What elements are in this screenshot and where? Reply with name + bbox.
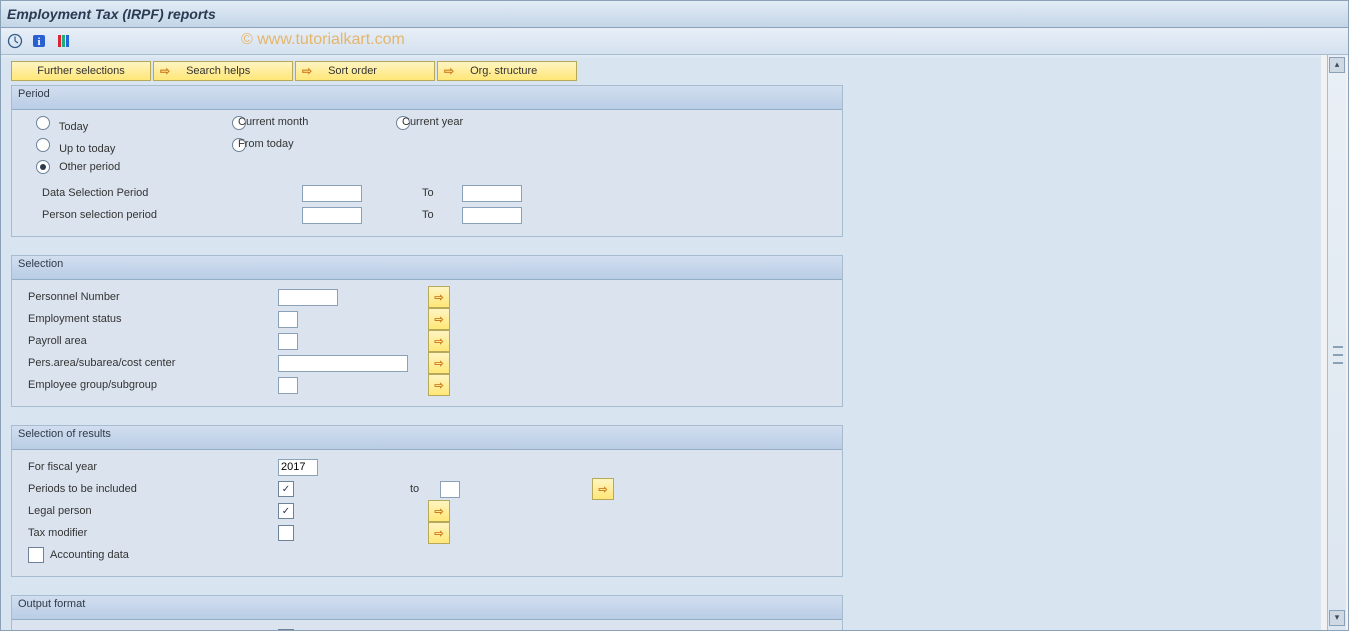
svg-text:i: i	[37, 36, 40, 48]
arrow-right-icon: ⇨	[434, 335, 443, 348]
multiple-selection-button[interactable]: ⇨	[428, 330, 450, 352]
arrow-right-icon: ⇨	[598, 483, 607, 496]
label-fiscal-year: For fiscal year	[22, 461, 278, 473]
app-window: Employment Tax (IRPF) reports © www.tuto…	[0, 0, 1349, 631]
label-payroll-area: Payroll area	[22, 335, 278, 347]
multiple-selection-button[interactable]: ⇨	[428, 352, 450, 374]
multiple-selection-button[interactable]: ⇨	[428, 374, 450, 396]
label-accounting-data: Accounting data	[50, 549, 129, 561]
arrow-right-icon: ⇨	[160, 64, 170, 78]
data-selection-from-input[interactable]	[302, 185, 362, 202]
personnel-number-input[interactable]	[278, 289, 338, 306]
group-header-selection: Selection	[12, 256, 842, 280]
group-header-results: Selection of results	[12, 426, 842, 450]
payroll-area-input[interactable]	[278, 333, 298, 350]
person-selection-to-input[interactable]	[462, 207, 522, 224]
scroll-grip-icon[interactable]	[1333, 343, 1343, 367]
arrow-right-icon: ⇨	[434, 527, 443, 540]
label-to: To	[422, 187, 462, 199]
person-selection-from-input[interactable]	[302, 207, 362, 224]
search-helps-button[interactable]: ⇨ Search helps	[153, 61, 293, 81]
button-label: Org. structure	[470, 65, 537, 77]
scroll-up-arrow-icon[interactable]: ▴	[1329, 57, 1345, 73]
button-label: Sort order	[328, 65, 377, 77]
multiple-selection-button[interactable]: ⇨	[428, 500, 450, 522]
radio-label: From today	[238, 138, 294, 150]
check-mark-icon: ✓	[282, 484, 290, 495]
org-structure-button[interactable]: ⇨ Org. structure	[437, 61, 577, 81]
output-format-checkbox[interactable]: ✓	[278, 629, 294, 630]
multiple-selection-button[interactable]: ⇨	[428, 522, 450, 544]
radio-label: Current year	[402, 116, 463, 128]
data-selection-to-input[interactable]	[462, 185, 522, 202]
arrow-right-icon: ⇨	[434, 505, 443, 518]
arrow-right-icon: ⇨	[302, 64, 312, 78]
execute-icon[interactable]	[7, 33, 23, 49]
content-scroll: Further selections ⇨ Search helps ⇨ Sort…	[1, 55, 1321, 630]
group-header-period: Period	[12, 86, 842, 110]
check-mark-icon: ✓	[282, 506, 290, 517]
arrow-right-icon: ⇨	[434, 379, 443, 392]
radio-label: Other period	[59, 161, 120, 173]
radio-up-to-today[interactable]	[36, 138, 50, 152]
tax-modifier-checkbox[interactable]	[278, 525, 294, 541]
fiscal-year-input[interactable]	[278, 459, 318, 476]
employment-status-input[interactable]	[278, 311, 298, 328]
period-group: Period Today Current month Current year …	[11, 85, 843, 237]
app-toolbar: i	[1, 28, 1348, 55]
button-label: Search helps	[186, 65, 250, 77]
arrow-right-icon: ⇨	[434, 291, 443, 304]
label-periods-included: Periods to be included	[22, 483, 278, 495]
results-group: Selection of results For fiscal year Per…	[11, 425, 843, 577]
append-icon[interactable]	[55, 33, 71, 49]
arrow-right-icon: ⇨	[434, 313, 443, 326]
info-icon[interactable]: i	[31, 33, 47, 49]
label-legal-person: Legal person	[22, 505, 278, 517]
label-tax-modifier: Tax modifier	[22, 527, 278, 539]
label-pers-area: Pers.area/subarea/cost center	[22, 357, 278, 369]
label-employee-group: Employee group/subgroup	[22, 379, 278, 391]
label-employment-status: Employment status	[22, 313, 278, 325]
selection-group: Selection Personnel Number ⇨ Employment …	[11, 255, 843, 407]
button-label: Further selections	[37, 65, 124, 77]
further-selections-button[interactable]: Further selections	[11, 61, 151, 81]
selection-buttons-row: Further selections ⇨ Search helps ⇨ Sort…	[11, 61, 1311, 81]
output-group: Output format Output format ✓	[11, 595, 843, 630]
radio-label: Up to today	[59, 143, 115, 155]
sort-order-button[interactable]: ⇨ Sort order	[295, 61, 435, 81]
multiple-selection-button[interactable]: ⇨	[428, 286, 450, 308]
vertical-scrollbar[interactable]: ▴ ▾	[1327, 55, 1346, 630]
periods-to-input[interactable]	[440, 481, 460, 498]
multiple-selection-button[interactable]: ⇨	[428, 308, 450, 330]
legal-person-checkbox[interactable]: ✓	[278, 503, 294, 519]
radio-other-period[interactable]	[36, 160, 50, 174]
group-header-output: Output format	[12, 596, 842, 620]
scroll-down-arrow-icon[interactable]: ▾	[1329, 610, 1345, 626]
multiple-selection-button[interactable]: ⇨	[592, 478, 614, 500]
periods-included-checkbox[interactable]: ✓	[278, 481, 294, 497]
radio-label: Today	[59, 121, 88, 133]
label-to: To	[422, 209, 462, 221]
label-data-selection-period: Data Selection Period	[22, 187, 302, 199]
label-person-selection-period: Person selection period	[22, 209, 302, 221]
page-title: Employment Tax (IRPF) reports	[7, 6, 216, 22]
accounting-data-checkbox[interactable]	[28, 547, 44, 563]
label-to: to	[410, 483, 436, 495]
arrow-right-icon: ⇨	[444, 64, 454, 78]
arrow-right-icon: ⇨	[434, 357, 443, 370]
titlebar: Employment Tax (IRPF) reports	[1, 1, 1348, 28]
radio-today[interactable]	[36, 116, 50, 130]
body-area: Further selections ⇨ Search helps ⇨ Sort…	[1, 55, 1348, 630]
radio-label: Current month	[238, 116, 308, 128]
label-personnel-number: Personnel Number	[22, 291, 278, 303]
pers-area-input[interactable]	[278, 355, 408, 372]
employee-group-input[interactable]	[278, 377, 298, 394]
